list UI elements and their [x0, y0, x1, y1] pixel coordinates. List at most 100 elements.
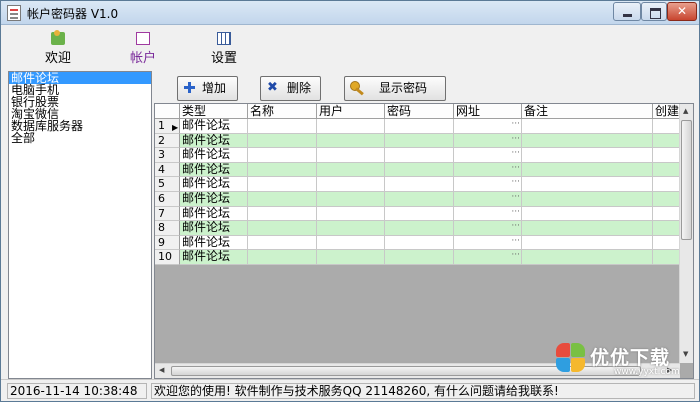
cell-user[interactable]: [317, 221, 385, 236]
cell-name[interactable]: [248, 206, 317, 222]
cell-name[interactable]: [248, 162, 317, 178]
table-row[interactable]: 9 邮件论坛 ···: [155, 235, 680, 251]
cell-note[interactable]: [522, 148, 653, 163]
row-number[interactable]: 3: [155, 148, 180, 163]
row-number[interactable]: 6: [155, 192, 180, 207]
row-number[interactable]: 4: [155, 162, 180, 178]
cell-user[interactable]: [317, 133, 385, 149]
cell-type[interactable]: 邮件论坛: [180, 119, 248, 134]
column-header-type[interactable]: 类型: [180, 104, 248, 119]
column-header-password[interactable]: 密码: [385, 104, 454, 119]
url-ellipsis-button[interactable]: ···: [511, 134, 520, 146]
cell-type[interactable]: 邮件论坛: [180, 221, 248, 236]
table-row[interactable]: 8 邮件论坛 ···: [155, 221, 680, 236]
scroll-left-icon[interactable]: ◀: [159, 366, 164, 374]
cell-created[interactable]: [653, 162, 680, 178]
cell-password[interactable]: [385, 235, 454, 251]
row-number[interactable]: 5: [155, 177, 180, 192]
table-row[interactable]: 10 邮件论坛 ···: [155, 250, 680, 265]
cell-name[interactable]: [248, 119, 317, 134]
cell-password[interactable]: [385, 206, 454, 222]
cell-type[interactable]: 邮件论坛: [180, 250, 248, 265]
cell-user[interactable]: [317, 162, 385, 178]
cell-note[interactable]: [522, 133, 653, 149]
show-password-button[interactable]: 显示密码: [344, 76, 446, 101]
delete-button[interactable]: ✖ 删除: [260, 76, 321, 101]
cell-name[interactable]: [248, 192, 317, 207]
cell-user[interactable]: [317, 206, 385, 222]
cell-url[interactable]: ···: [454, 177, 522, 192]
url-ellipsis-button[interactable]: ···: [511, 148, 520, 160]
cell-note[interactable]: [522, 221, 653, 236]
table-row[interactable]: 7 邮件论坛 ···: [155, 206, 680, 222]
maximize-button[interactable]: [641, 2, 667, 21]
cell-created[interactable]: [653, 206, 680, 222]
row-number[interactable]: 7: [155, 206, 180, 222]
cell-password[interactable]: [385, 148, 454, 163]
title-bar[interactable]: 帐户密码器 V1.0: [1, 1, 699, 25]
cell-user[interactable]: [317, 192, 385, 207]
cell-user[interactable]: [317, 235, 385, 251]
row-number[interactable]: 8: [155, 221, 180, 236]
url-ellipsis-button[interactable]: ···: [511, 119, 520, 131]
cell-url[interactable]: ···: [454, 250, 522, 265]
url-ellipsis-button[interactable]: ···: [511, 207, 520, 219]
cell-password[interactable]: [385, 250, 454, 265]
table-row[interactable]: 3 邮件论坛 ···: [155, 148, 680, 163]
url-ellipsis-button[interactable]: ···: [511, 163, 520, 175]
cell-name[interactable]: [248, 250, 317, 265]
cell-note[interactable]: [522, 162, 653, 178]
row-number[interactable]: 9: [155, 235, 180, 251]
nav-settings-button[interactable]: 设置: [199, 28, 249, 68]
cell-created[interactable]: [653, 250, 680, 265]
cell-type[interactable]: 邮件论坛: [180, 192, 248, 207]
url-ellipsis-button[interactable]: ···: [511, 250, 520, 262]
table-row[interactable]: 2 邮件论坛 ···: [155, 133, 680, 149]
url-ellipsis-button[interactable]: ···: [511, 177, 520, 189]
cell-url[interactable]: ···: [454, 162, 522, 178]
cell-user[interactable]: [317, 119, 385, 134]
vertical-scroll-thumb[interactable]: [681, 120, 692, 240]
column-header-note[interactable]: 备注: [522, 104, 653, 119]
column-header-name[interactable]: 名称: [248, 104, 317, 119]
column-header-url[interactable]: 网址: [454, 104, 522, 119]
cell-url[interactable]: ···: [454, 133, 522, 149]
close-button[interactable]: [667, 2, 697, 21]
accounts-grid[interactable]: 类型 名称 用户 密码 网址 备注 创建 1 ▶ 邮件论坛 ··· 2 邮件论坛 ··· 3 邮…: [154, 103, 694, 379]
cell-created[interactable]: [653, 235, 680, 251]
row-number[interactable]: 2: [155, 133, 180, 149]
cell-created[interactable]: [653, 192, 680, 207]
cell-user[interactable]: [317, 250, 385, 265]
cell-created[interactable]: [653, 119, 680, 134]
row-number[interactable]: 1 ▶: [155, 119, 180, 134]
category-item[interactable]: 全部: [9, 132, 151, 144]
cell-name[interactable]: [248, 235, 317, 251]
cell-name[interactable]: [248, 221, 317, 236]
cell-type[interactable]: 邮件论坛: [180, 177, 248, 192]
cell-note[interactable]: [522, 235, 653, 251]
cell-note[interactable]: [522, 192, 653, 207]
cell-url[interactable]: ···: [454, 119, 522, 134]
cell-password[interactable]: [385, 192, 454, 207]
cell-url[interactable]: ···: [454, 221, 522, 236]
category-list[interactable]: 邮件论坛 电脑手机 银行股票 淘宝微信 数据库服务器 全部: [8, 71, 152, 379]
cell-note[interactable]: [522, 119, 653, 134]
cell-type[interactable]: 邮件论坛: [180, 162, 248, 178]
cell-type[interactable]: 邮件论坛: [180, 235, 248, 251]
cell-password[interactable]: [385, 221, 454, 236]
scroll-up-icon[interactable]: ▲: [683, 107, 688, 115]
cell-created[interactable]: [653, 177, 680, 192]
cell-name[interactable]: [248, 148, 317, 163]
cell-name[interactable]: [248, 177, 317, 192]
url-ellipsis-button[interactable]: ···: [511, 236, 520, 248]
cell-user[interactable]: [317, 177, 385, 192]
table-row[interactable]: 6 邮件论坛 ···: [155, 192, 680, 207]
cell-created[interactable]: [653, 133, 680, 149]
column-header-user[interactable]: 用户: [317, 104, 385, 119]
cell-password[interactable]: [385, 133, 454, 149]
cell-name[interactable]: [248, 133, 317, 149]
cell-password[interactable]: [385, 119, 454, 134]
cell-note[interactable]: [522, 177, 653, 192]
cell-type[interactable]: 邮件论坛: [180, 206, 248, 222]
cell-note[interactable]: [522, 250, 653, 265]
